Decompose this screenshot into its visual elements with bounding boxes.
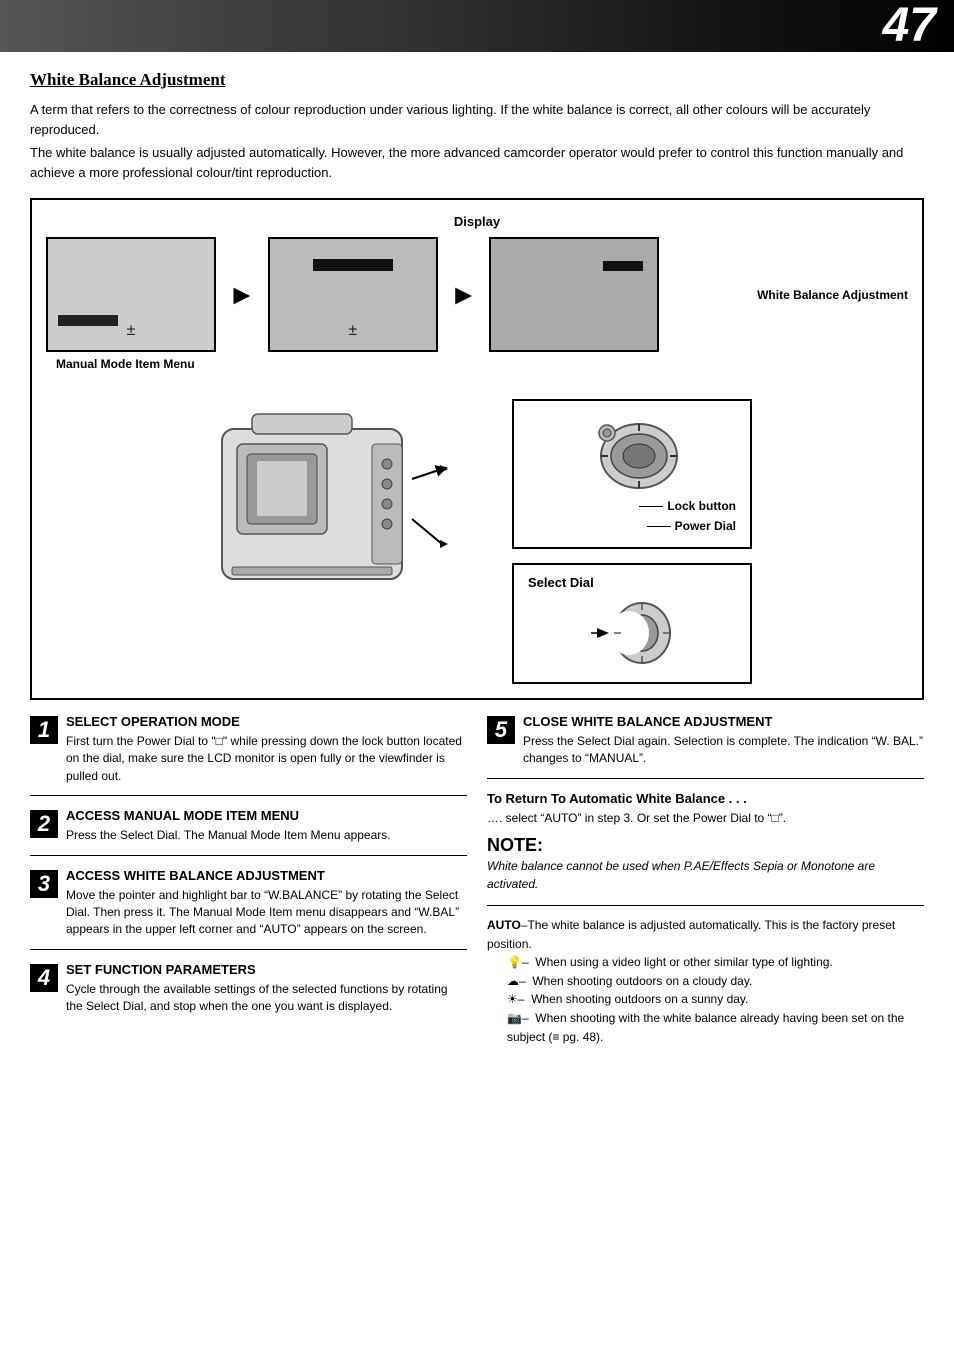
screen2: ± xyxy=(268,237,438,352)
page-number-bar: 47 xyxy=(0,0,954,52)
power-dial-labels: Lock button Power Dial xyxy=(528,499,736,533)
auto-note-3: ☀– When shooting outdoors on a sunny day… xyxy=(487,990,924,1009)
step3-heading: ACCESS WHITE BALANCE ADJUSTMENT xyxy=(66,868,467,883)
page-number: 47 xyxy=(883,2,936,50)
step2-block: 2 ACCESS MANUAL MODE ITEM MENU Press the… xyxy=(30,808,467,855)
step1-body: First turn the Power Dial to "□" while p… xyxy=(66,733,467,785)
step5-content: CLOSE WHITE BALANCE ADJUSTMENT Press the… xyxy=(523,714,924,768)
select-dial-svg xyxy=(587,598,677,668)
auto-bold: AUTO xyxy=(487,918,521,932)
arrow-2: ► xyxy=(450,279,478,311)
screen1: ± xyxy=(46,237,216,352)
step3-content: ACCESS WHITE BALANCE ADJUSTMENT Move the… xyxy=(66,868,467,939)
menu-item-bar xyxy=(58,315,118,326)
auto-notes: AUTO–The white balance is adjusted autom… xyxy=(487,905,924,1046)
intro-text-2: The white balance is usually adjusted au… xyxy=(30,143,924,182)
note-body: White balance cannot be used when P.AE/E… xyxy=(487,858,924,893)
power-dial-svg xyxy=(577,411,687,491)
screens-row-wrapper: ± ► ± ► White Balance Adjustment xyxy=(46,237,908,352)
main-content: White Balance Adjustment A term that ref… xyxy=(0,52,954,1056)
return-heading: To Return To Automatic White Balance . .… xyxy=(487,791,924,806)
return-body: …. select “AUTO” in step 3. Or set the P… xyxy=(487,810,924,827)
screen-labels-row: Manual Mode Item Menu xyxy=(46,352,908,371)
step3-body: Move the pointer and highlight bar to “W… xyxy=(66,887,467,939)
auto-note-2: ☁– When shooting outdoors on a cloudy da… xyxy=(487,972,924,991)
steps-section: 1 SELECT OPERATION MODE First turn the P… xyxy=(30,714,924,1046)
step5-body: Press the Select Dial again. Selection i… xyxy=(523,733,924,768)
note-section: NOTE: White balance cannot be used when … xyxy=(487,835,924,893)
step4-body: Cycle through the available settings of … xyxy=(66,981,467,1016)
step2-heading: ACCESS MANUAL MODE ITEM MENU xyxy=(66,808,391,823)
step1-heading: SELECT OPERATION MODE xyxy=(66,714,467,729)
auto-line: AUTO–The white balance is adjusted autom… xyxy=(487,916,924,953)
screen3 xyxy=(489,237,659,352)
intro-text-1: A term that refers to the correctness of… xyxy=(30,100,924,139)
step4-number: 4 xyxy=(30,964,58,992)
right-label-block: White Balance Adjustment xyxy=(757,288,908,302)
power-dial-label: Power Dial xyxy=(647,519,736,533)
steps-right: 5 CLOSE WHITE BALANCE ADJUSTMENT Press t… xyxy=(487,714,924,1046)
return-section: To Return To Automatic White Balance . .… xyxy=(487,791,924,827)
step2-content: ACCESS MANUAL MODE ITEM MENU Press the S… xyxy=(66,808,391,844)
select-dial-box: Select Dial xyxy=(512,563,752,684)
step5-block: 5 CLOSE WHITE BALANCE ADJUSTMENT Press t… xyxy=(487,714,924,779)
auto-note-4: 📷– When shooting with the white balance … xyxy=(487,1009,924,1046)
section-title: White Balance Adjustment xyxy=(30,70,924,90)
auto-note-1: 💡– When using a video light or other sim… xyxy=(487,953,924,972)
select-dial-label: Select Dial xyxy=(528,575,736,590)
dial-panels: Lock button Power Dial Select Dial xyxy=(512,399,752,684)
lock-button-label: Lock button xyxy=(639,499,736,513)
step5-number: 5 xyxy=(487,716,515,744)
display-label: Display xyxy=(46,214,908,229)
screen1-label: Manual Mode Item Menu xyxy=(56,357,195,371)
power-line xyxy=(647,526,671,527)
note-heading: NOTE: xyxy=(487,835,924,856)
screen3-label: White Balance Adjustment xyxy=(757,288,908,302)
steps-left: 1 SELECT OPERATION MODE First turn the P… xyxy=(30,714,467,1046)
camera-dial-row: Lock button Power Dial Select Dial xyxy=(46,389,908,684)
step4-block: 4 SET FUNCTION PARAMETERS Cycle through … xyxy=(30,962,467,1026)
camera-svg xyxy=(202,389,462,609)
top-bar-2 xyxy=(313,259,393,271)
screens-row-inner: ± ► ± ► xyxy=(46,237,659,352)
step2-body: Press the Select Dial. The Manual Mode I… xyxy=(66,827,391,844)
step1-block: 1 SELECT OPERATION MODE First turn the P… xyxy=(30,714,467,796)
plus-minus-1: ± xyxy=(127,322,136,340)
lock-line xyxy=(639,506,663,507)
step4-heading: SET FUNCTION PARAMETERS xyxy=(66,962,467,977)
step1-content: SELECT OPERATION MODE First turn the Pow… xyxy=(66,714,467,785)
small-top-bar xyxy=(603,261,643,271)
step1-number: 1 xyxy=(30,716,58,744)
diagram-box: Display ± ► ± ► xyxy=(30,198,924,700)
plus-minus-2: ± xyxy=(348,322,357,340)
step5-heading: CLOSE WHITE BALANCE ADJUSTMENT xyxy=(523,714,924,729)
step2-number: 2 xyxy=(30,810,58,838)
power-dial-box: Lock button Power Dial xyxy=(512,399,752,549)
arrow-1: ► xyxy=(228,279,256,311)
step3-number: 3 xyxy=(30,870,58,898)
step3-block: 3 ACCESS WHITE BALANCE ADJUSTMENT Move t… xyxy=(30,868,467,950)
camera-illustration xyxy=(202,389,482,612)
step4-content: SET FUNCTION PARAMETERS Cycle through th… xyxy=(66,962,467,1016)
